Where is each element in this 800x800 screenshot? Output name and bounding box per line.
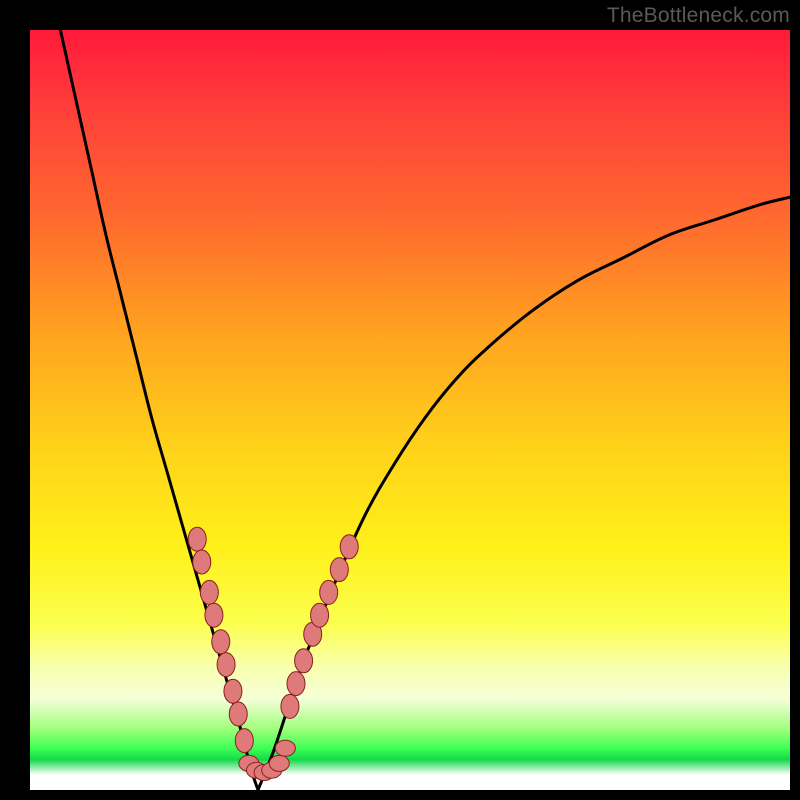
data-dot-left xyxy=(188,527,206,551)
data-dot-left xyxy=(193,550,211,574)
data-dot-right xyxy=(295,649,313,673)
data-dot-bottom xyxy=(269,755,289,771)
plot-area xyxy=(30,30,790,790)
data-dot-right xyxy=(311,603,329,627)
chart-svg xyxy=(30,30,790,790)
data-dot-left xyxy=(224,679,242,703)
chart-stage: TheBottleneck.com xyxy=(0,0,800,800)
data-dot-right xyxy=(281,694,299,718)
data-dot-right xyxy=(320,580,338,604)
data-dot-left xyxy=(235,729,253,753)
data-dot-right xyxy=(287,672,305,696)
data-dot-bottom xyxy=(275,740,295,756)
dot-layer xyxy=(188,527,358,780)
data-dot-left xyxy=(229,702,247,726)
data-dot-left xyxy=(217,653,235,677)
curve-layer xyxy=(60,30,790,790)
data-dot-right xyxy=(330,558,348,582)
curve-right-branch xyxy=(258,197,790,790)
data-dot-left xyxy=(205,603,223,627)
data-dot-right xyxy=(340,535,358,559)
data-dot-left xyxy=(200,580,218,604)
watermark-text: TheBottleneck.com xyxy=(607,4,790,28)
data-dot-left xyxy=(212,630,230,654)
